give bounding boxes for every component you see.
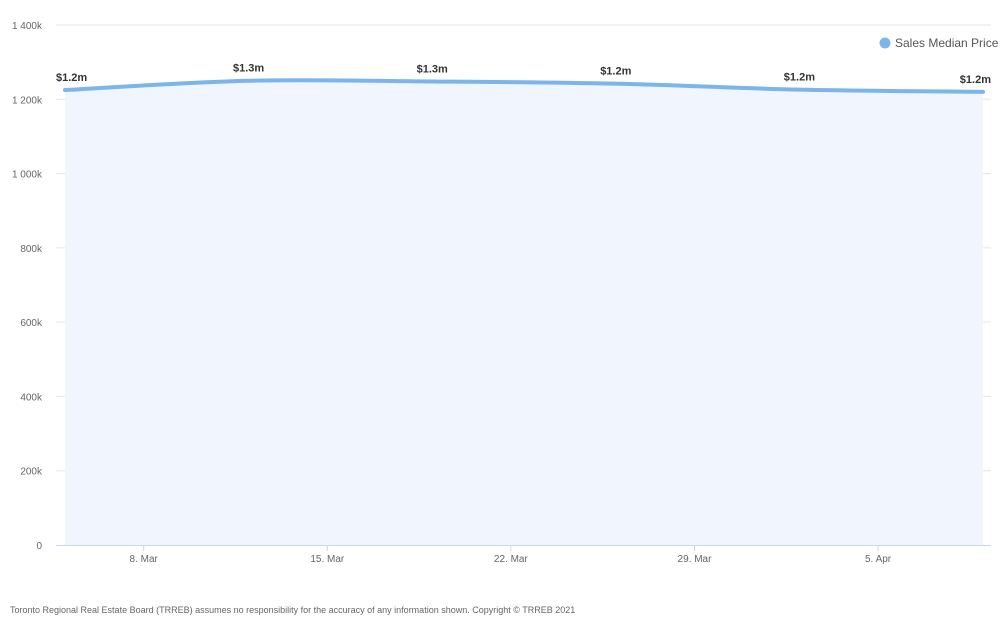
y-tick-label: 800k [20, 244, 43, 255]
data-label: $1.2m [784, 72, 815, 84]
x-tick-label: 15. Mar [310, 554, 345, 565]
x-tick-label: 29. Mar [678, 554, 713, 565]
x-tick-label: 22. Mar [494, 554, 529, 565]
y-tick-label: 1 200k [12, 95, 43, 106]
sales-median-price-chart: 0 200k 400k 600k 800k 1 000k 1 200k 1 400k 8. Ma… [12, 21, 999, 565]
series-area-fill [65, 80, 983, 545]
x-tick-label: 5. Apr [865, 554, 892, 565]
data-label: $1.2m [56, 72, 87, 84]
y-tick-label: 1 400k [12, 21, 43, 32]
data-label: $1.3m [417, 63, 448, 75]
footer-disclaimer: Toronto Regional Real Estate Board (TRRE… [10, 605, 576, 615]
y-tick-label: 200k [20, 467, 43, 478]
y-tick-label: 400k [20, 392, 43, 403]
plot-area [63, 78, 985, 545]
y-tick-label: 1 000k [12, 170, 43, 181]
data-label: $1.2m [600, 66, 631, 78]
y-tick-label: 0 [36, 541, 42, 552]
data-label: $1.3m [233, 63, 264, 75]
x-tick-label: 8. Mar [130, 554, 159, 565]
y-tick-label: 600k [20, 318, 43, 329]
legend-label-sales-median-price: Sales Median Price [895, 36, 999, 50]
legend-marker [879, 37, 891, 49]
legend[interactable]: Sales Median Price [879, 36, 999, 50]
data-label: $1.2m [960, 74, 991, 86]
